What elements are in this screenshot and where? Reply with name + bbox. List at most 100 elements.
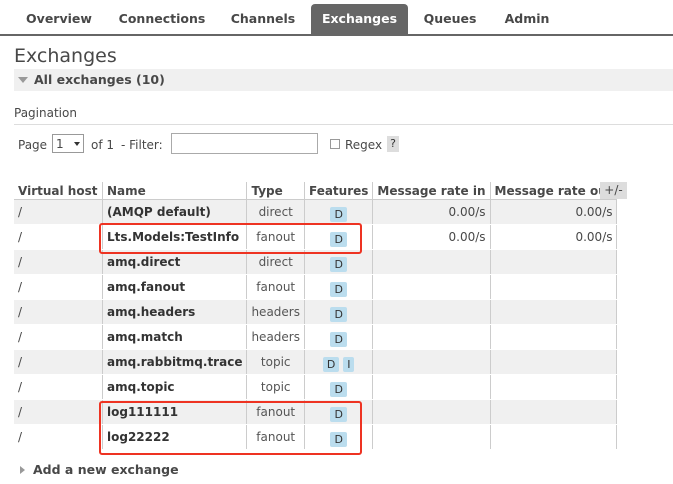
- page-select-value: 1: [56, 137, 64, 151]
- exchange-name-link[interactable]: log111111: [102, 399, 248, 425]
- col-rate-out[interactable]: Message rate out: [490, 182, 618, 200]
- type-cell: headers: [246, 324, 305, 350]
- rate-in-cell: [372, 399, 491, 425]
- table-row: / amq.fanout fanout D: [14, 274, 618, 300]
- main-nav: Overview Connections Channels Exchanges …: [0, 0, 673, 36]
- exchange-name-link[interactable]: amq.fanout: [102, 274, 248, 300]
- vhost-cell: /: [14, 199, 103, 225]
- page-title: Exchanges: [14, 45, 117, 67]
- regex-checkbox[interactable]: [330, 139, 340, 149]
- page-select[interactable]: 1: [52, 134, 84, 153]
- vhost-cell: /: [14, 249, 103, 275]
- col-features: Features: [304, 182, 374, 200]
- rate-out-cell: [490, 299, 618, 325]
- rate-in-cell: 0.00/s: [372, 199, 491, 225]
- type-cell: topic: [246, 374, 305, 400]
- rate-out-cell: [490, 424, 618, 450]
- pagination-label: Pagination: [14, 106, 77, 120]
- rate-out-cell: [490, 349, 618, 375]
- tab-queues[interactable]: Queues: [414, 4, 486, 34]
- tab-channels[interactable]: Channels: [220, 4, 306, 34]
- expand-triangle-icon: [20, 466, 25, 474]
- feature-badge: D: [330, 231, 347, 247]
- col-type[interactable]: Type: [246, 182, 305, 200]
- help-icon[interactable]: ?: [387, 136, 399, 152]
- exchange-name-link[interactable]: Lts.Models:TestInfo: [102, 224, 248, 250]
- add-exchange-label: Add a new exchange: [33, 462, 179, 477]
- features-cell: D: [304, 324, 374, 350]
- features-cell: D: [304, 274, 374, 300]
- rate-in-cell: [372, 299, 491, 325]
- type-cell: fanout: [246, 224, 305, 250]
- add-exchange-toggle[interactable]: Add a new exchange: [20, 462, 179, 477]
- table-row: / amq.match headers D: [14, 324, 618, 350]
- feature-badge: D: [330, 406, 347, 422]
- exchanges-table: Virtual host Name Type Features Message …: [14, 182, 618, 450]
- features-cell: D: [304, 199, 374, 225]
- vhost-cell: /: [14, 399, 103, 425]
- exchange-name-link[interactable]: amq.direct: [102, 249, 248, 275]
- col-rate-in[interactable]: Message rate in: [372, 182, 491, 200]
- type-cell: direct: [246, 249, 305, 275]
- rate-in-cell: [372, 274, 491, 300]
- filter-input[interactable]: [171, 133, 318, 154]
- exchange-name-link[interactable]: amq.headers: [102, 299, 248, 325]
- vhost-cell: /: [14, 274, 103, 300]
- vhost-cell: /: [14, 349, 103, 375]
- table-row: / log22222 fanout D: [14, 424, 618, 450]
- type-cell: fanout: [246, 274, 305, 300]
- vhost-cell: /: [14, 299, 103, 325]
- col-name[interactable]: Name: [102, 182, 248, 200]
- tab-overview[interactable]: Overview: [14, 4, 104, 34]
- collapse-triangle-icon: [18, 77, 28, 83]
- rate-out-cell: [490, 274, 618, 300]
- vhost-cell: /: [14, 374, 103, 400]
- rate-out-cell: [490, 249, 618, 275]
- table-row: / (AMQP default) direct D 0.00/s 0.00/s: [14, 199, 618, 225]
- rate-out-cell: 0.00/s: [490, 224, 618, 250]
- tab-connections[interactable]: Connections: [108, 4, 216, 34]
- rate-out-cell: [490, 374, 618, 400]
- type-cell: topic: [246, 349, 305, 375]
- rate-out-cell: [490, 324, 618, 350]
- vhost-cell: /: [14, 224, 103, 250]
- rate-in-cell: [372, 249, 491, 275]
- features-cell: D: [304, 249, 374, 275]
- feature-badge: D: [330, 431, 347, 447]
- table-row: / log111111 fanout D: [14, 399, 618, 425]
- exchange-name-link[interactable]: amq.match: [102, 324, 248, 350]
- vhost-cell: /: [14, 424, 103, 450]
- exchange-name-link[interactable]: (AMQP default): [102, 199, 248, 225]
- features-cell: D I: [304, 349, 374, 375]
- page-label: Page: [18, 138, 48, 152]
- features-cell: D: [304, 374, 374, 400]
- features-cell: D: [304, 424, 374, 450]
- features-cell: D: [304, 224, 374, 250]
- rate-in-cell: [372, 374, 491, 400]
- exchange-name-link[interactable]: amq.topic: [102, 374, 248, 400]
- regex-label: Regex: [345, 138, 383, 152]
- type-cell: headers: [246, 299, 305, 325]
- filter-label: - Filter:: [121, 138, 163, 152]
- divider: [14, 124, 673, 125]
- tab-exchanges[interactable]: Exchanges: [311, 4, 408, 34]
- col-virtual-host[interactable]: Virtual host: [14, 182, 103, 200]
- rate-in-cell: [372, 349, 491, 375]
- features-cell: D: [304, 299, 374, 325]
- rate-out-cell: 0.00/s: [490, 199, 618, 225]
- type-cell: direct: [246, 199, 305, 225]
- type-cell: fanout: [246, 424, 305, 450]
- exchange-name-link[interactable]: log22222: [102, 424, 248, 450]
- table-row: / amq.headers headers D: [14, 299, 618, 325]
- all-exchanges-toggle[interactable]: All exchanges (10): [14, 69, 673, 91]
- chevron-down-icon: [74, 142, 80, 146]
- tab-admin[interactable]: Admin: [496, 4, 558, 34]
- rate-out-cell: [490, 399, 618, 425]
- type-cell: fanout: [246, 399, 305, 425]
- table-row: / amq.topic topic D: [14, 374, 618, 400]
- feature-badge: D: [330, 381, 347, 397]
- exchange-name-link[interactable]: amq.rabbitmq.trace: [102, 349, 248, 375]
- columns-toggle-button[interactable]: +/-: [600, 182, 627, 199]
- rate-in-cell: [372, 424, 491, 450]
- feature-badge: D: [330, 256, 347, 272]
